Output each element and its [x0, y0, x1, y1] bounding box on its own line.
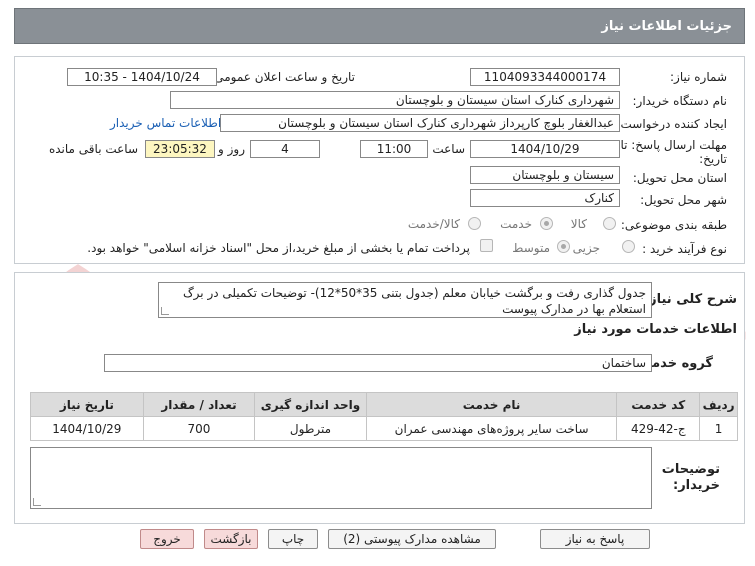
process-option-minor: جزیی: [572, 241, 600, 255]
exit-button[interactable]: خروج: [140, 529, 194, 549]
remaining-label: ساعت باقی مانده: [48, 142, 138, 156]
process-radio-minor[interactable]: [622, 240, 635, 253]
resize-handle-icon[interactable]: [161, 307, 169, 315]
buyer-org-field: شهرداری کنارک استان سیستان و بلوچستان: [170, 91, 620, 109]
remaining-time-field: 23:05:32: [145, 140, 215, 158]
category-radio-service[interactable]: [540, 217, 553, 230]
contact-buyer-link[interactable]: اطلاعات تماس خریدار: [110, 116, 221, 130]
process-label: نوع فرآیند خرید :: [642, 242, 727, 256]
cell-unit: مترطول: [254, 416, 367, 441]
col-header-row-number: ردیف: [699, 392, 738, 417]
services-table: ردیف کد خدمت نام خدمت واحد اندازه گیری ت…: [30, 392, 738, 441]
need-number-field: 1104093344000174: [470, 68, 620, 86]
page-title: جزئیات اطلاعات نیاز: [601, 19, 732, 34]
table-row: 1 ج-42-429 ساخت سایر پروژه‌های مهندسی عم…: [30, 416, 738, 441]
buyer-notes-label-2: خریدار:: [673, 478, 720, 493]
summary-text: جدول گذاری رفت و برگشت خیابان معلم (جدول…: [182, 286, 646, 316]
cell-row-number: 1: [699, 416, 738, 441]
cell-service-code: ج-42-429: [616, 416, 701, 441]
creator-field: عبدالغفار بلوچ کارپرداز شهرداری کنارک اس…: [220, 114, 620, 132]
announce-label: تاریخ و ساعت اعلان عمومی:: [210, 70, 355, 84]
category-label: طبقه بندی موضوعی:: [620, 218, 727, 232]
page-header: جزئیات اطلاعات نیاز: [14, 8, 745, 44]
col-header-quantity: تعداد / مقدار: [142, 392, 256, 417]
service-group-field: ساختمان: [104, 354, 652, 372]
deadline-date-field: 1404/10/29: [470, 140, 620, 158]
creator-label: ایجاد کننده درخواست:: [616, 117, 727, 131]
col-header-unit: واحد اندازه گیری: [254, 392, 367, 417]
payment-note: پرداخت تمام یا بخشی از مبلغ خرید،از محل …: [87, 241, 470, 255]
city-field: کنارک: [470, 189, 620, 207]
days-label: روز و: [218, 142, 245, 156]
summary-label: شرح کلی نیاز:: [643, 292, 737, 307]
category-option-goods-service: کالا/خدمت: [407, 217, 460, 231]
city-label: شهر محل تحویل:: [640, 193, 727, 207]
col-header-service-code: کد خدمت: [616, 392, 701, 417]
summary-textarea[interactable]: جدول گذاری رفت و برگشت خیابان معلم (جدول…: [158, 282, 652, 318]
cell-quantity: 700: [142, 416, 256, 441]
need-number-label: شماره نیاز:: [670, 70, 727, 84]
col-header-service-name: نام خدمت: [365, 392, 618, 417]
cell-service-name: ساخت سایر پروژه‌های مهندسی عمران: [365, 416, 618, 441]
process-option-medium: متوسط: [512, 241, 550, 255]
category-option-goods: کالا: [570, 217, 587, 231]
deadline-label: مهلت ارسال پاسخ: تا: [620, 138, 727, 152]
services-section-title: اطلاعات خدمات مورد نیاز: [574, 322, 737, 337]
treasury-payment-checkbox[interactable]: [480, 239, 493, 252]
time-label: ساعت: [432, 142, 465, 156]
days-field: 4: [250, 140, 320, 158]
province-label: استان محل تحویل:: [632, 171, 727, 185]
category-radio-goods-service[interactable]: [468, 217, 481, 230]
buyer-notes-label: توضیحات: [661, 462, 720, 477]
resize-handle-icon[interactable]: [33, 498, 41, 506]
announce-field: 1404/10/24 - 10:35: [67, 68, 217, 86]
category-radio-goods[interactable]: [603, 217, 616, 230]
process-radio-medium[interactable]: [557, 240, 570, 253]
print-button[interactable]: چاپ: [268, 529, 318, 549]
cell-need-date: 1404/10/29: [30, 416, 144, 441]
buyer-org-label: نام دستگاه خریدار:: [632, 94, 728, 108]
deadline-time-field: 11:00: [360, 140, 428, 158]
back-button[interactable]: بازگشت: [204, 529, 258, 549]
province-field: سیستان و بلوچستان: [470, 166, 620, 184]
reply-button[interactable]: پاسخ به نیاز: [540, 529, 650, 549]
category-option-service: خدمت: [500, 217, 532, 231]
need-info-panel: [14, 56, 745, 264]
view-attachments-button[interactable]: مشاهده مدارک پیوستی (2): [328, 529, 496, 549]
deadline-label-2: تاریخ:: [699, 152, 727, 166]
buyer-notes-textarea[interactable]: [30, 447, 652, 509]
col-header-need-date: تاریخ نیاز: [30, 392, 144, 417]
